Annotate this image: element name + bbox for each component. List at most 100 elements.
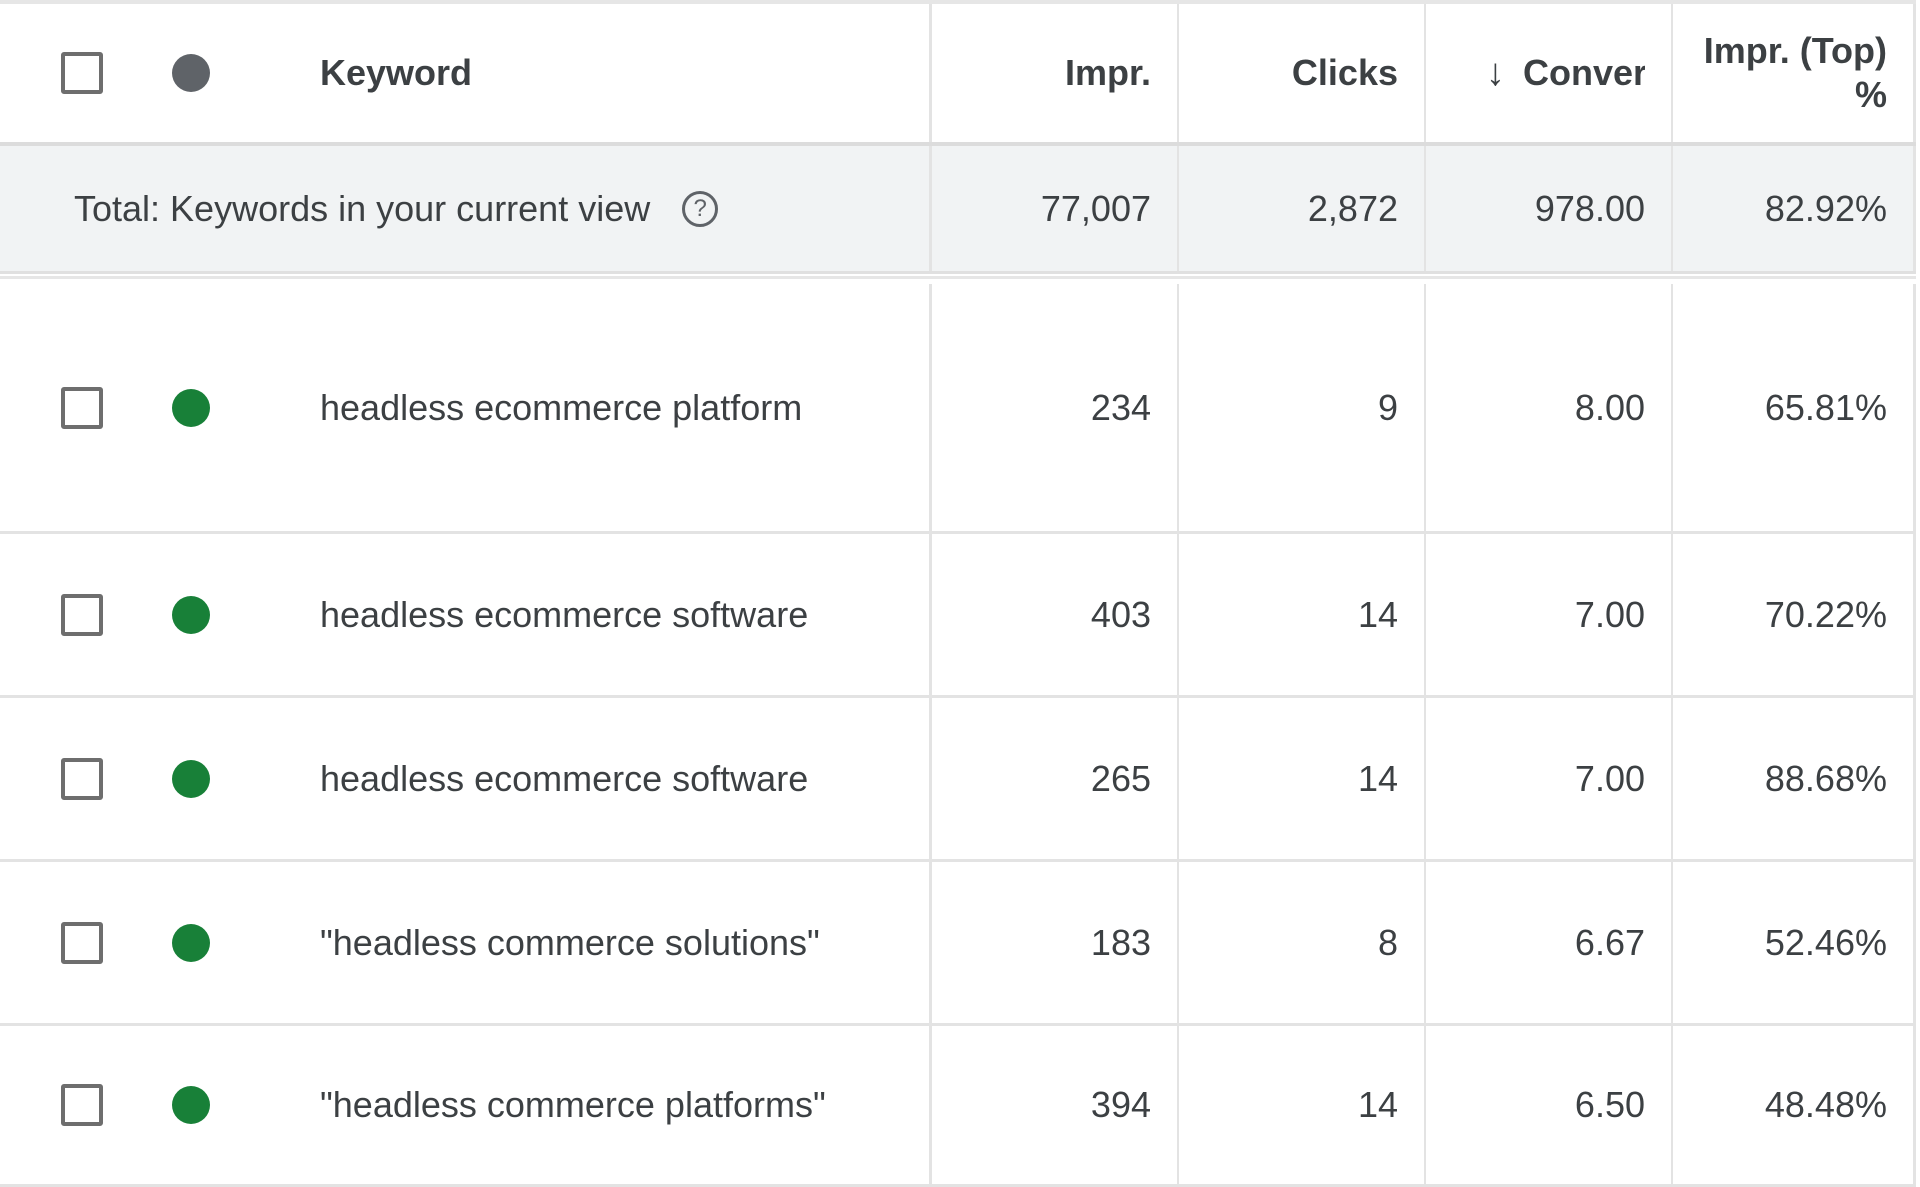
total-impr: 77,007 [1040,187,1151,229]
enabled-status-icon [172,388,210,427]
row-checkbox[interactable] [61,1084,103,1126]
row-keyword-cell: "headless commerce platforms" [320,1026,929,1184]
header-clicks[interactable]: Clicks [1177,4,1424,142]
row-conversions-cell: 6.67 [1424,862,1671,1023]
clicks-value: 14 [1357,593,1398,635]
keyword-text[interactable]: headless ecommerce platform [320,387,802,429]
row-clicks-cell: 14 [1177,698,1424,859]
impr-value: 394 [1090,1084,1151,1125]
row-clicks-cell: 14 [1177,1026,1424,1184]
header-status-cell [170,4,320,142]
row-checkbox-cell [0,284,170,531]
total-impr-top: 82.92% [1764,187,1887,229]
total-clicks-cell: 2,872 [1177,146,1424,271]
clicks-column-label: Clicks [1291,52,1398,93]
table-header: Keyword Impr. Clicks ↓ Conversions Impr.… [0,0,1916,146]
conversions-column-label: Conversions [1523,52,1645,93]
row-checkbox-cell [0,698,170,859]
row-keyword-cell: headless ecommerce software [320,534,929,695]
impr-value: 265 [1090,757,1151,799]
row-keyword-cell: "headless commerce solutions" [320,862,929,1023]
enabled-status-icon [172,1086,210,1124]
conversions-value: 6.50 [1574,1084,1645,1125]
total-clicks: 2,872 [1307,187,1398,229]
row-checkbox[interactable] [61,593,103,636]
row-conversions-cell: 7.00 [1424,698,1671,859]
select-all-checkbox[interactable] [61,52,103,94]
conversions-value: 7.00 [1574,757,1645,799]
row-impr-top-cell: 52.46% [1671,862,1916,1023]
conversions-value: 8.00 [1574,386,1645,428]
row-impr-top-cell: 70.22% [1671,534,1916,695]
impr-value: 234 [1090,386,1151,428]
enabled-status-icon [172,595,210,634]
clicks-value: 14 [1357,757,1398,799]
row-impr-top-cell: 88.68% [1671,698,1916,859]
help-icon[interactable]: ? [682,190,719,227]
row-checkbox-cell [0,1026,170,1184]
total-row: Total: Keywords in your current view ? 7… [0,146,1916,274]
total-label: Total: Keywords in your current view [74,187,651,229]
total-conversions: 978.00 [1534,187,1645,229]
table-row: headless ecommerce platform 234 9 8.00 6… [0,284,1916,534]
row-conversions-cell: 6.50 [1424,1026,1671,1184]
row-impr-top-cell: 65.81% [1671,284,1916,531]
row-clicks-cell: 14 [1177,534,1424,695]
row-clicks-cell: 9 [1177,284,1424,531]
divider [0,276,1916,284]
row-impr-top-cell: 48.48% [1671,1026,1916,1184]
keyword-text[interactable]: "headless commerce platforms" [320,1084,826,1126]
total-label-group: Total: Keywords in your current view ? [74,146,719,271]
row-checkbox-cell [0,534,170,695]
header-conversions[interactable]: ↓ Conversions [1424,4,1671,142]
row-keyword-cell: headless ecommerce software [320,698,929,859]
row-checkbox[interactable] [61,921,103,964]
total-impr-cell: 77,007 [929,146,1177,271]
row-status-cell [170,698,320,859]
keyword-text[interactable]: headless ecommerce software [320,594,808,636]
row-checkbox[interactable] [61,757,103,800]
impr-column-label: Impr. [1064,52,1151,93]
row-impr-cell: 265 [929,698,1177,859]
row-status-cell [170,1026,320,1184]
keyword-text[interactable]: headless ecommerce software [320,758,808,800]
enabled-status-icon [172,759,210,798]
conversions-value: 6.67 [1574,921,1645,963]
impr-top-value: 48.48% [1764,1084,1887,1125]
row-clicks-cell: 8 [1177,862,1424,1023]
conversions-value: 7.00 [1574,593,1645,635]
impr-value: 183 [1090,921,1151,963]
impr-top-value: 65.81% [1764,386,1887,428]
header-impr[interactable]: Impr. [929,4,1177,142]
total-conversions-cell: 978.00 [1424,146,1671,271]
table-row: headless ecommerce software 403 14 7.00 … [0,534,1916,698]
header-checkbox-cell [0,4,170,142]
row-impr-cell: 183 [929,862,1177,1023]
impr-top-value: 70.22% [1764,593,1887,635]
row-impr-cell: 234 [929,284,1177,531]
row-conversions-cell: 7.00 [1424,534,1671,695]
row-keyword-cell: headless ecommerce platform [320,284,929,531]
clicks-value: 9 [1377,386,1398,428]
row-conversions-cell: 8.00 [1424,284,1671,531]
impr-top-value: 52.46% [1764,921,1887,963]
header-keyword[interactable]: Keyword [320,4,929,142]
impr-top-value: 88.68% [1764,757,1887,799]
table-row: headless ecommerce software 265 14 7.00 … [0,698,1916,862]
sort-descending-icon: ↓ [1486,51,1505,94]
clicks-value: 14 [1357,1084,1398,1125]
enabled-status-icon [172,923,210,962]
impr-top-column-label: Impr. (Top) % [1704,29,1887,117]
total-impr-top-cell: 82.92% [1671,146,1916,271]
clicks-value: 8 [1377,921,1398,963]
status-dot-icon[interactable] [172,54,210,92]
table-row: "headless commerce solutions" 183 8 6.67… [0,862,1916,1026]
keywords-table: Keyword Impr. Clicks ↓ Conversions Impr.… [0,0,1916,1187]
impr-top-label-line1: Impr. (Top) [1703,30,1887,71]
row-status-cell [170,862,320,1023]
header-impr-top[interactable]: Impr. (Top) % [1671,4,1916,142]
impr-value: 403 [1090,593,1151,635]
table-row: "headless commerce platforms" 394 14 6.5… [0,1026,1916,1187]
row-checkbox[interactable] [61,386,103,429]
keyword-text[interactable]: "headless commerce solutions" [320,922,820,964]
